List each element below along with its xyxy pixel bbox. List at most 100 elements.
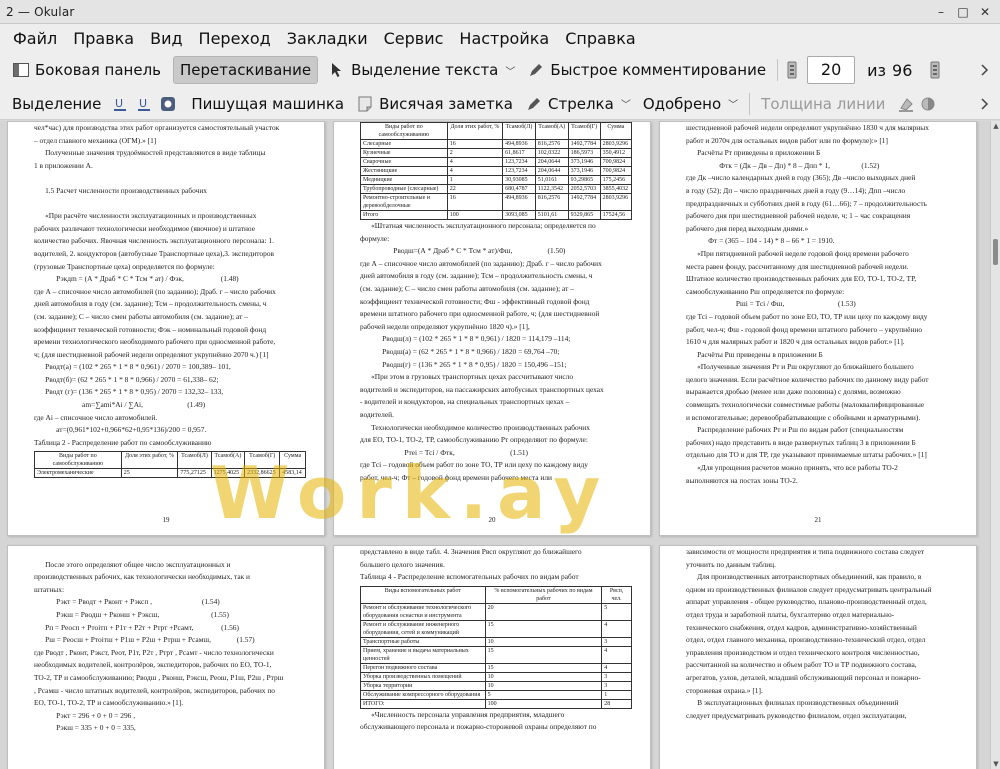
close-icon[interactable]: ✕: [976, 3, 994, 21]
annotation-toolbar: Выделение U U Пишущая машинка Висячая за…: [0, 88, 1000, 120]
svg-text:U: U: [115, 97, 123, 110]
previous-page-icon[interactable]: [783, 61, 801, 79]
table-row: Уборка производственных помещений 10 3: [360, 671, 632, 682]
menu-bookmarks[interactable]: Закладки: [280, 27, 375, 50]
table-row: Электромеханические 25 775,27125 1275,40…: [34, 468, 306, 479]
table-row: Уборка территории 10 3: [360, 680, 632, 691]
menu-view[interactable]: Вид: [143, 27, 189, 50]
sticky-note-label: Висячая заметка: [379, 94, 513, 113]
page-text: шестидневной рабочей недели определяют у…: [686, 123, 929, 485]
quick-comment-label: Быстрое комментирование: [550, 61, 767, 79]
table-row: Ремонт и обслуживание инженерного оборуд…: [360, 619, 632, 638]
page-number: 19: [162, 516, 170, 525]
maximize-icon[interactable]: □: [954, 3, 972, 21]
page-number: 21: [814, 516, 822, 525]
selection-label: Выделение: [12, 94, 102, 113]
page-text: чел*час) для производства этих работ орг…: [34, 122, 306, 479]
main-toolbar: Боковая панель Перетаскивание Выделение …: [0, 52, 1000, 88]
document-page: шестидневной рабочей недели определяют у…: [659, 121, 977, 536]
menu-tools[interactable]: Сервис: [377, 27, 451, 50]
table-row: Прием, хранение и выдача материальных це…: [360, 645, 632, 664]
page-text: представлено в виде табл. 4. Значения Рв…: [360, 546, 632, 734]
approved-stamp-button[interactable]: Одобрено ﹀: [637, 90, 744, 118]
chevron-down-icon[interactable]: ﹀: [621, 96, 631, 111]
opacity-icon[interactable]: [919, 95, 937, 113]
table-row: Медницкие 1 30,93085 51,0161 93,29865 175,245…: [360, 175, 633, 185]
text-select-button[interactable]: Выделение текста ﹀: [322, 56, 521, 84]
vertical-scrollbar[interactable]: ▲ ▼: [990, 121, 1000, 769]
table-row: Кузнечные 2 61,8617 102,0322 186,5973 350,491…: [360, 148, 633, 158]
table-header-row: Виды работ по самообслуживанию Доля этих…: [34, 451, 306, 470]
underline-icon[interactable]: U: [111, 95, 129, 113]
table-row: Транспортные работы 10 3: [360, 636, 632, 647]
chevron-down-icon[interactable]: ﹀: [505, 63, 515, 78]
data-table: Виды работ по самообслуживанию Доля этих…: [360, 122, 633, 220]
minimize-icon[interactable]: –: [932, 3, 950, 21]
svg-text:U: U: [139, 97, 147, 110]
arrow-label: Стрелка: [548, 94, 614, 113]
sidebar-button-label: Боковая панель: [35, 61, 161, 79]
document-page: представлено в виде табл. 4. Значения Рв…: [333, 545, 651, 769]
sidebar-icon: [12, 61, 30, 79]
menu-settings[interactable]: Настройка: [452, 27, 556, 50]
table-row: Трубопроводные (слесарные) 22 680,4787 1122…: [360, 184, 633, 194]
title-bar: 2 — Okular – □ ✕: [0, 0, 1000, 24]
menu-edit[interactable]: Правка: [66, 27, 141, 50]
table-row: Ремонт и обслуживание технологического о…: [360, 602, 632, 621]
page-number-input[interactable]: 20: [807, 56, 856, 84]
menu-help[interactable]: Справка: [558, 27, 643, 50]
typewriter-label: Пишущая машинка: [191, 94, 345, 113]
window-title: 2 — Okular: [6, 4, 75, 19]
page-text: После этого определяют общее число экспл…: [34, 559, 284, 733]
chevron-down-icon[interactable]: ﹀: [728, 96, 738, 111]
menu-go[interactable]: Переход: [192, 27, 278, 50]
pen-icon: [527, 61, 545, 79]
menu-file[interactable]: Файл: [6, 27, 64, 50]
document-page: чел*час) для производства этих работ орг…: [7, 121, 325, 536]
toolbar-separator: [749, 92, 751, 115]
page-number: 20: [488, 516, 496, 525]
data-table: Виды вспомогательных работ % вспомогател…: [360, 585, 632, 709]
table-row: Сварочные 4 123,7234 204,0644 373,1946 700,98…: [360, 157, 633, 167]
selection-button[interactable]: Выделение: [6, 90, 107, 118]
drag-mode-button[interactable]: Перетаскивание: [173, 56, 319, 84]
next-page-icon[interactable]: [926, 61, 944, 79]
document-view[interactable]: чел*час) для производства этих работ орг…: [0, 121, 990, 769]
drag-mode-label: Перетаскивание: [180, 61, 312, 79]
line-width-label: Толщина линии: [761, 94, 886, 113]
table-row: Обслуживание компрессорного оборудования…: [360, 689, 632, 700]
document-page: После этого определяют общее число экспл…: [7, 545, 325, 769]
table-header-row: Виды работ по самообслуживанию Доля этих…: [360, 122, 633, 140]
scrollbar-thumb[interactable]: [993, 239, 998, 265]
arrow-button[interactable]: Стрелка ﹀: [519, 90, 637, 118]
cursor-icon: [328, 61, 346, 79]
typewriter-button[interactable]: Пишущая машинка: [185, 90, 350, 118]
menu-bar: Файл Правка Вид Переход Закладки Сервис …: [0, 24, 1000, 52]
page-text: зависимости от мощности предприятия и ти…: [686, 547, 932, 720]
color-fill-icon[interactable]: [897, 95, 915, 113]
scroll-down-icon[interactable]: ▼: [991, 759, 1000, 769]
chevron-right-icon[interactable]: [976, 61, 994, 79]
table-row: Итого 100 3093,085 5101,61 9329,865 17524,56: [360, 210, 633, 220]
stamp-icon[interactable]: [159, 95, 177, 113]
table-header-row: Виды вспомогательных работ % вспомогател…: [360, 585, 632, 604]
arrow-pen-icon: [525, 95, 543, 113]
data-table: Виды работ по самообслуживанию Доля этих…: [34, 451, 306, 479]
sticky-note-button[interactable]: Висячая заметка: [350, 90, 519, 118]
table-row: Слесарные 16 494,8936 816,2576 1492,7784 2803…: [360, 139, 633, 149]
table-row: Ремонтно-строительные и деревообделочные…: [360, 193, 633, 211]
table-row: ИТОГО: 100 28: [360, 698, 632, 709]
sidebar-button[interactable]: Боковая панель: [6, 56, 167, 84]
page-text: Виды работ по самообслуживанию Доля этих…: [360, 122, 633, 484]
line-width-button[interactable]: Толщина линии: [755, 90, 891, 118]
total-pages-label: 96: [892, 60, 913, 80]
chevron-right-icon[interactable]: [976, 95, 994, 113]
scroll-up-icon[interactable]: ▲: [991, 121, 1000, 131]
document-page: зависимости от мощности предприятия и ти…: [659, 545, 977, 769]
toolbar-separator: [777, 59, 779, 81]
strikeout-icon[interactable]: U: [135, 95, 153, 113]
approved-label: Одобрено: [642, 94, 722, 113]
quick-comment-button[interactable]: Быстрое комментирование: [521, 56, 772, 84]
document-page: Виды работ по самообслуживанию Доля этих…: [333, 121, 651, 536]
page-of-label: из: [867, 60, 887, 80]
